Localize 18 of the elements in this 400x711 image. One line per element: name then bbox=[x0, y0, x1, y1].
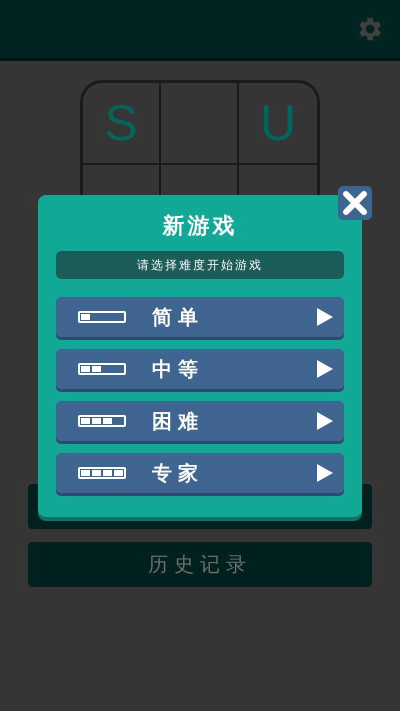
difficulty-meter bbox=[78, 363, 126, 375]
play-icon bbox=[316, 359, 334, 379]
difficulty-button[interactable]: 中等 bbox=[56, 349, 344, 389]
play-icon bbox=[316, 307, 334, 327]
difficulty-meter bbox=[78, 415, 126, 427]
play-icon bbox=[316, 411, 334, 431]
close-button[interactable] bbox=[338, 186, 372, 220]
difficulty-meter bbox=[78, 467, 126, 479]
play-icon bbox=[316, 463, 334, 483]
history-button[interactable]: 历史记录 bbox=[28, 542, 372, 587]
difficulty-button[interactable]: 困难 bbox=[56, 401, 344, 441]
difficulty-button[interactable]: 专家 bbox=[56, 453, 344, 493]
board-cell[interactable] bbox=[161, 83, 239, 165]
dialog-title: 新游戏 bbox=[162, 213, 238, 241]
difficulty-button[interactable]: 简单 bbox=[56, 297, 344, 337]
close-icon bbox=[342, 190, 368, 216]
difficulty-meter bbox=[78, 311, 126, 323]
dialog-subtitle: 请选择难度开始游戏 bbox=[56, 251, 344, 279]
